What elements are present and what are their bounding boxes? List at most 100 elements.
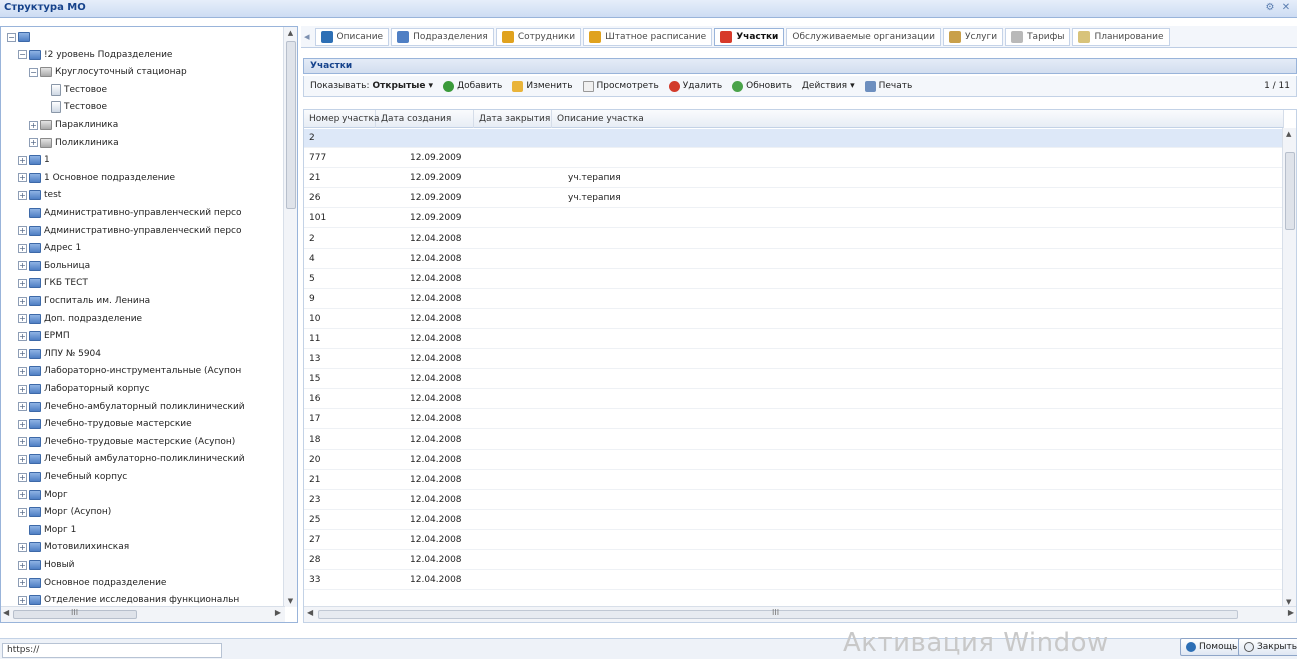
help-button[interactable]: Помощь (1180, 638, 1244, 656)
expand-icon[interactable]: + (18, 437, 27, 447)
tree-node[interactable]: + Поликлиника (29, 135, 119, 151)
tab-1[interactable]: Подразделения (391, 27, 494, 46)
tab-8[interactable]: Планирование (1072, 27, 1170, 46)
scroll-up-icon[interactable]: ▲ (284, 27, 297, 39)
expand-icon[interactable]: + (18, 278, 27, 288)
table-row[interactable]: 10 12.04.2008 (304, 310, 1284, 329)
tree-node[interactable]: + Лечебный амбулаторно-поликлинический (18, 451, 245, 467)
expand-icon[interactable]: + (18, 490, 27, 500)
show-filter-dropdown[interactable]: Показывать: Открытые ▾ (310, 81, 433, 91)
table-row[interactable]: 5 12.04.2008 (304, 270, 1284, 289)
settings-icon[interactable]: ⚙ (1263, 1, 1277, 15)
expand-icon[interactable]: + (18, 384, 27, 394)
tree-node[interactable]: + Доп. подразделение (18, 311, 142, 327)
edit-button[interactable]: Изменить (512, 80, 573, 92)
tree-node[interactable]: + Административно-управленческий персо (18, 223, 242, 239)
tree-node[interactable]: + Основное подразделение (18, 575, 166, 591)
expand-icon[interactable]: + (18, 560, 27, 570)
table-row[interactable]: 11 12.04.2008 (304, 330, 1284, 349)
tree-node[interactable]: +1 (18, 152, 50, 168)
tree-node[interactable]: + Морг (18, 487, 68, 503)
tree-scroll-thumb[interactable] (286, 41, 296, 209)
expand-icon[interactable]: + (18, 331, 27, 341)
close-button[interactable]: Закрыть (1238, 638, 1297, 656)
add-button[interactable]: Добавить (443, 80, 502, 92)
table-row[interactable]: 18 12.04.2008 (304, 431, 1284, 450)
tab-4[interactable]: Участки (714, 27, 785, 46)
column-header-number[interactable]: Номер участка (304, 110, 379, 128)
collapse-icon[interactable]: − (18, 50, 27, 60)
expand-icon[interactable]: + (18, 190, 27, 200)
table-row[interactable]: 27 12.04.2008 (304, 531, 1284, 550)
expand-icon[interactable]: + (18, 578, 27, 588)
tree-node[interactable]: + Лечебно-амбулаторный поликлинический (18, 399, 245, 415)
tab-scroll-left-icon[interactable]: ◂ (301, 30, 313, 43)
tab-7[interactable]: Тарифы (1005, 27, 1071, 46)
scroll-right-icon[interactable]: ▶ (1288, 608, 1294, 617)
tree-node[interactable]: + test (18, 187, 61, 203)
table-row[interactable]: 777 12.09.2009 (304, 149, 1284, 169)
expand-icon[interactable]: + (18, 296, 27, 306)
table-row[interactable]: 16 12.04.2008 (304, 390, 1284, 410)
tab-2[interactable]: Сотрудники (495, 27, 582, 46)
refresh-button[interactable]: Обновить (732, 80, 792, 92)
scroll-up-icon[interactable]: ▲ (1286, 130, 1291, 138)
tree-node[interactable]: − Круглосуточный стационар (29, 64, 187, 80)
table-row[interactable]: 17 12.04.2008 (304, 410, 1284, 430)
tree-node[interactable]: + Морг (Асупон) (18, 504, 111, 520)
collapse-icon[interactable]: − (7, 32, 16, 42)
collapse-icon[interactable]: − (29, 67, 38, 77)
table-row[interactable]: 101 12.09.2009 (304, 209, 1284, 229)
tree-node[interactable]: + Лабораторный корпус (18, 381, 150, 397)
table-row[interactable]: 28 12.04.2008 (304, 551, 1284, 571)
table-row[interactable]: 15 12.04.2008 (304, 370, 1284, 390)
table-row[interactable]: 9 12.04.2008 (304, 290, 1284, 309)
table-row[interactable]: 25 12.04.2008 (304, 511, 1284, 530)
scroll-down-icon[interactable]: ▼ (1286, 598, 1291, 606)
scroll-down-icon[interactable]: ▼ (284, 595, 297, 607)
tree-node[interactable]: + Адрес 1 (18, 240, 81, 256)
table-row[interactable]: 33 12.04.2008 (304, 571, 1284, 591)
expand-icon[interactable]: + (29, 120, 38, 130)
table-row[interactable]: 2 (304, 129, 1284, 148)
tree-node[interactable]: + Госпиталь им. Ленина (18, 293, 150, 309)
table-row[interactable]: 2 12.04.2008 (304, 230, 1284, 249)
table-row[interactable]: 4 12.04.2008 (304, 250, 1284, 269)
grid-vertical-scrollbar[interactable]: ▲ ▼ (1282, 128, 1296, 608)
table-row[interactable]: 20 12.04.2008 (304, 451, 1284, 470)
tree-node[interactable]: + ГКБ ТЕСТ (18, 275, 88, 291)
table-row[interactable]: 23 12.04.2008 (304, 491, 1284, 510)
table-row[interactable]: 13 12.04.2008 (304, 350, 1284, 370)
expand-icon[interactable]: + (18, 472, 27, 482)
expand-icon[interactable]: + (18, 402, 27, 412)
tree-node[interactable]: + Больница (18, 258, 90, 274)
tree-node[interactable]: + ЕРМП (18, 328, 70, 344)
expand-icon[interactable]: + (18, 226, 27, 236)
tree-node[interactable]: + Новый (18, 557, 75, 573)
tab-6[interactable]: Услуги (942, 27, 1004, 46)
tree-node[interactable]: Административно-управленческий персо (18, 205, 242, 221)
tree-node[interactable]: + Лабораторно-инструментальные (Асупон (18, 363, 241, 379)
scroll-left-icon[interactable]: ◀ (3, 608, 9, 617)
scroll-right-icon[interactable]: ▶ (275, 608, 281, 617)
tab-0[interactable]: Описание (314, 27, 390, 46)
grid-horizontal-scrollbar[interactable]: ◀ III ▶ (304, 606, 1296, 622)
column-header-created[interactable]: Дата создания (376, 110, 474, 128)
grid-scroll-thumb[interactable] (1285, 152, 1295, 230)
table-row[interactable]: 21 12.09.2009 уч.терапия (304, 169, 1284, 189)
tree-node[interactable]: + Параклиника (29, 117, 118, 133)
column-header-closed[interactable]: Дата закрытия (474, 110, 552, 128)
scroll-left-icon[interactable]: ◀ (307, 608, 313, 617)
view-button[interactable]: Просмотреть (582, 80, 659, 92)
expand-icon[interactable]: + (18, 261, 27, 271)
tree-node[interactable]: − (7, 29, 33, 45)
expand-icon[interactable]: + (18, 243, 27, 253)
tree-node[interactable]: + Лечебный корпус (18, 469, 127, 485)
expand-icon[interactable]: + (18, 155, 27, 165)
delete-button[interactable]: Удалить (668, 80, 722, 92)
actions-dropdown[interactable]: Действия ▾ (802, 81, 855, 91)
tree-node[interactable]: + ЛПУ № 5904 (18, 346, 101, 362)
column-header-description[interactable]: Описание участка (552, 110, 1284, 128)
close-icon[interactable]: ✕ (1279, 1, 1293, 15)
tab-5[interactable]: Обслуживаемые организации (786, 27, 941, 46)
